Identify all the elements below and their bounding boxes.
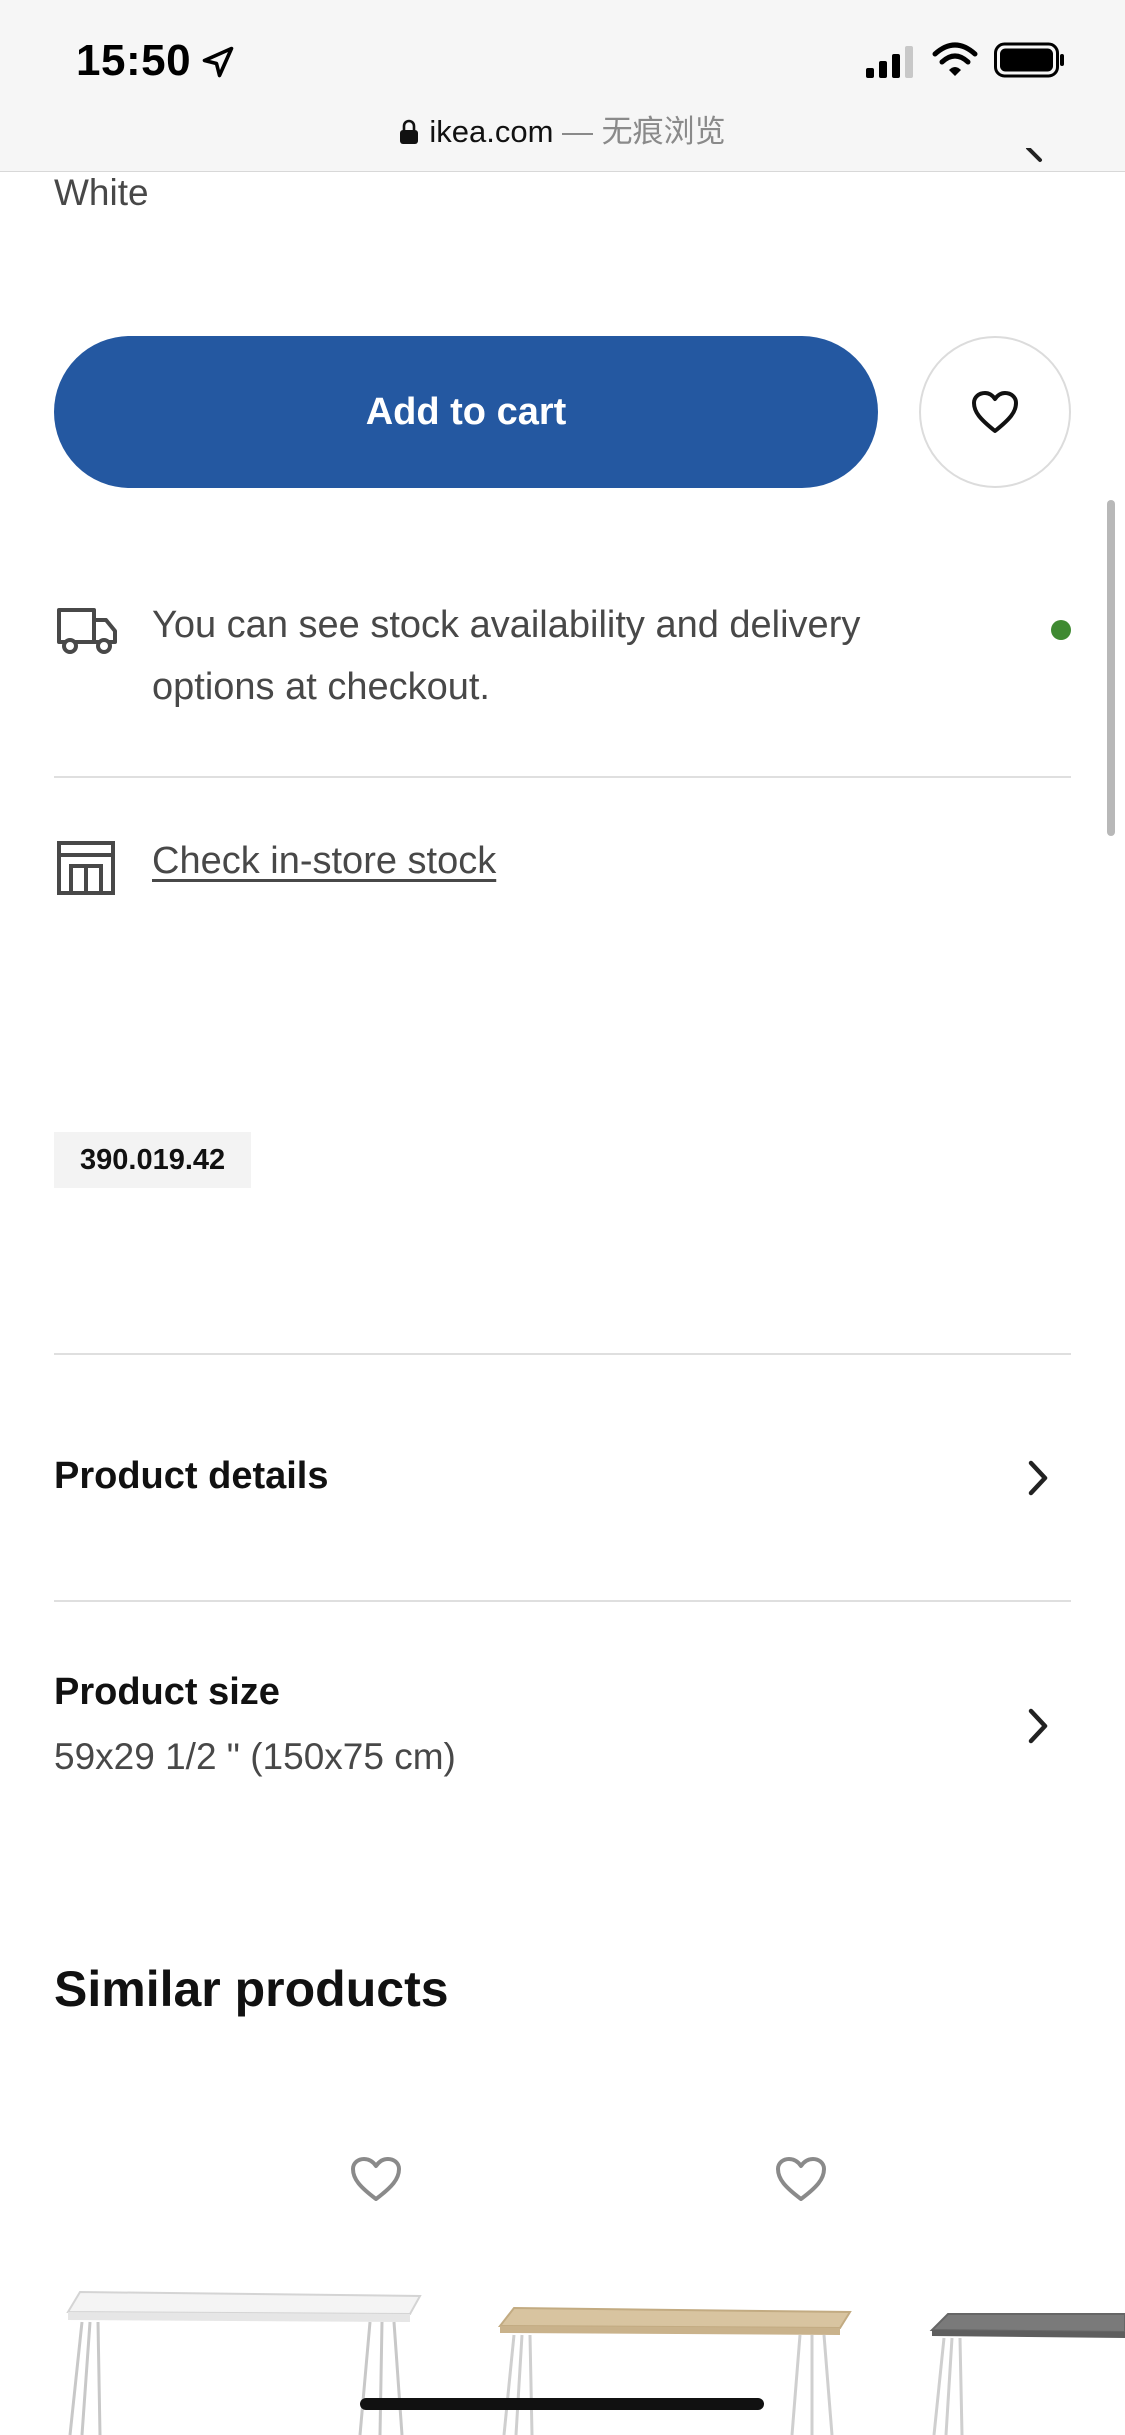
check-in-store-stock-link[interactable]: Check in-store stock xyxy=(152,840,496,883)
favourite-button[interactable] xyxy=(919,336,1071,488)
color-value[interactable]: White xyxy=(54,172,149,214)
product-image-gray-desk[interactable] xyxy=(918,2304,1125,2435)
add-to-cart-button[interactable]: Add to cart xyxy=(54,336,878,488)
article-number: 390.019.42 xyxy=(54,1132,252,1188)
location-arrow-icon xyxy=(202,46,234,78)
private-mode-label: — 无痕浏览 xyxy=(562,114,726,149)
scrollbar[interactable] xyxy=(1107,500,1115,836)
favourite-product-heart-icon[interactable] xyxy=(773,2154,829,2204)
clock: 15:50 xyxy=(76,36,192,85)
url-text: ikea.com xyxy=(429,114,554,149)
home-indicator[interactable] xyxy=(360,2398,764,2410)
favourite-product-heart-icon[interactable] xyxy=(348,2154,404,2204)
chevron-right-icon[interactable] xyxy=(1024,1458,1052,1498)
divider xyxy=(54,1353,1071,1355)
divider xyxy=(54,776,1071,778)
battery-icon xyxy=(994,42,1064,78)
availability-status-dot xyxy=(1051,620,1071,640)
product-image-white-desk[interactable] xyxy=(60,2282,430,2435)
product-details-row[interactable]: Product details xyxy=(54,1455,329,1498)
wifi-icon xyxy=(932,42,978,76)
cellular-signal-icon xyxy=(866,46,913,78)
product-image-oak-desk[interactable] xyxy=(490,2298,860,2435)
product-size-label[interactable]: Product size xyxy=(54,1671,280,1714)
store-icon xyxy=(57,841,115,895)
similar-products-heading: Similar products xyxy=(54,1961,449,2017)
delivery-truck-icon xyxy=(57,608,117,654)
status-bar: 15:50 ikea.com — 无痕浏览 xyxy=(0,0,1125,172)
chevron-right-icon[interactable] xyxy=(1024,1706,1052,1746)
divider xyxy=(54,1600,1071,1602)
address-bar[interactable]: ikea.com — 无痕浏览 xyxy=(0,106,1125,151)
chevron-right-icon[interactable] xyxy=(1022,148,1048,180)
product-size-value: 59x29 1/2 " (150x75 cm) xyxy=(54,1736,456,1777)
lock-icon xyxy=(400,119,419,144)
heart-icon xyxy=(972,391,1018,433)
stock-availability-text: You can see stock availability and deliv… xyxy=(152,604,861,708)
